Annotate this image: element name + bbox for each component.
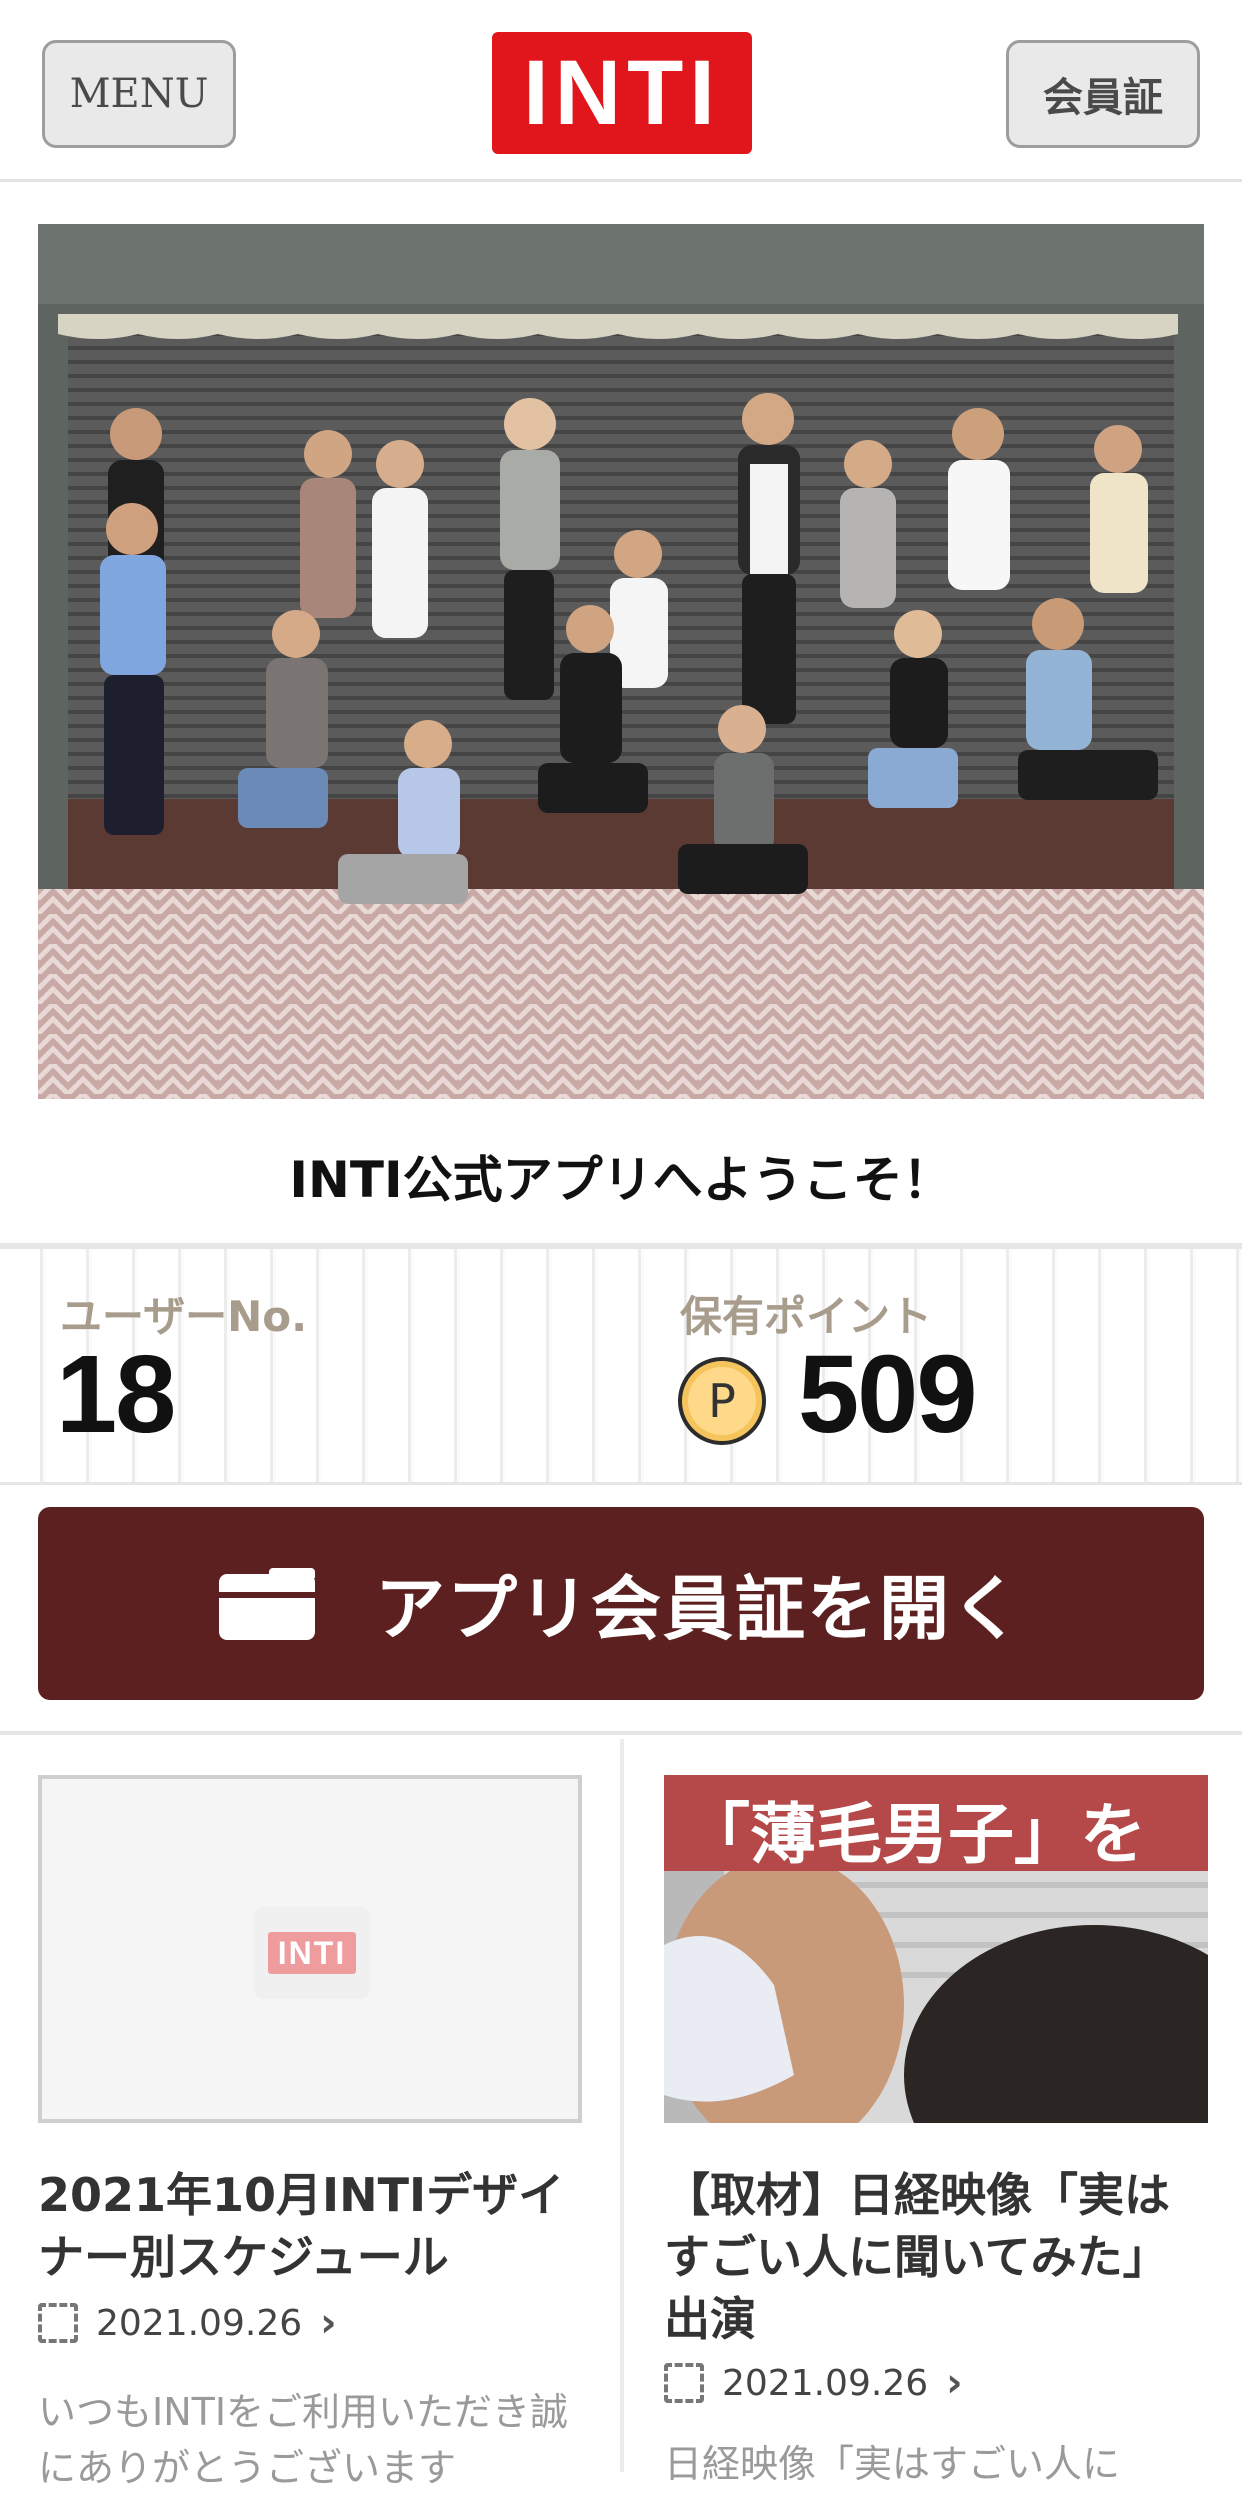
member-card-button[interactable]: 会員証: [1006, 40, 1200, 148]
placeholder-logo-box: INTI: [254, 1907, 370, 1999]
thumbnail-caption: 「薄毛男子」を: [684, 1796, 1146, 1873]
inti-mini-logo: INTI: [268, 1932, 356, 1974]
chevron-right-icon: ›: [320, 2300, 337, 2346]
article-date-text: 2021.09.26: [722, 2362, 929, 2404]
article-thumbnail[interactable]: INTI: [38, 1775, 582, 2123]
points-value: 509: [798, 1333, 978, 1456]
chevron-right-icon: ›: [946, 2360, 963, 2406]
calendar-icon: [664, 2363, 704, 2403]
hero-group-photo: [38, 224, 1204, 1099]
user-stats-panel: ユーザーNo. 18 保有ポイント P 509: [0, 1243, 1242, 1485]
inti-logo[interactable]: INTI: [492, 32, 752, 154]
user-number-value: 18: [56, 1333, 176, 1456]
article-thumbnail[interactable]: 「薄毛男子」を: [664, 1775, 1208, 2123]
article-column-divider: [620, 1739, 624, 2472]
menu-button[interactable]: MENU: [42, 40, 236, 148]
app-header: MENU INTI 会員証: [0, 0, 1242, 182]
article-date-text: 2021.09.26: [96, 2302, 303, 2344]
article-title[interactable]: 2021年10月INTIデザイナー別スケジュール: [38, 2164, 598, 2288]
open-member-card-button[interactable]: アプリ会員証を開く: [38, 1507, 1204, 1700]
article-date: 2021.09.26 ›: [38, 2300, 337, 2346]
calendar-icon: [38, 2303, 78, 2343]
open-member-card-label: アプリ会員証を開く: [375, 1568, 1023, 1650]
member-card-section: アプリ会員証を開く: [0, 1485, 1242, 1735]
article-date: 2021.09.26 ›: [664, 2360, 963, 2406]
point-coin-icon: P: [678, 1357, 766, 1445]
wallet-icon: [219, 1567, 315, 1640]
article-excerpt: いつもINTIをご利用いただき誠にありがとうございます: [38, 2390, 569, 2490]
welcome-message: INTI公式アプリへようこそ！: [289, 1151, 953, 1209]
article-title[interactable]: 【取材】日経映像「実はすごい人に聞いてみた」出演: [664, 2164, 1184, 2350]
article-excerpt: 日経映像「実はすごい人に: [664, 2442, 1121, 2486]
